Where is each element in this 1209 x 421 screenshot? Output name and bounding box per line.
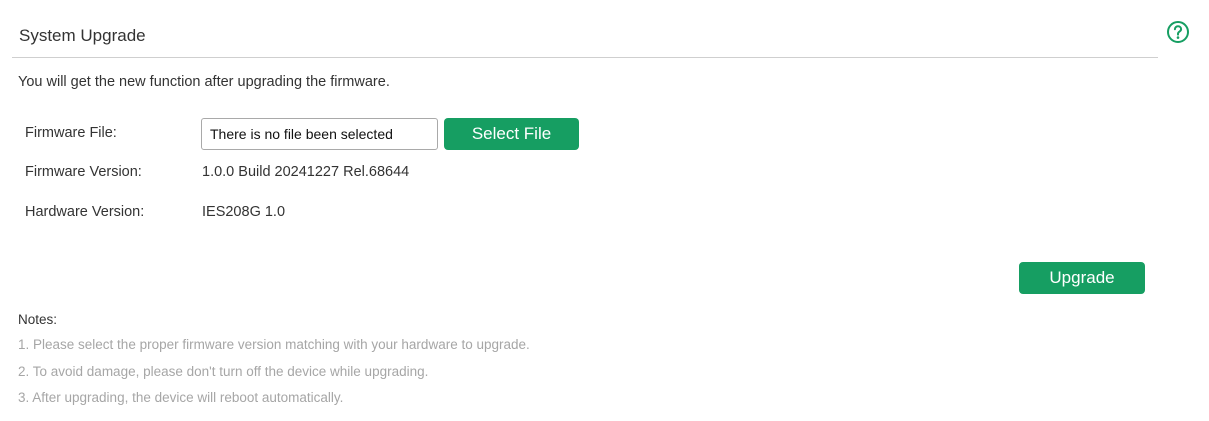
description-text: You will get the new function after upgr…	[18, 74, 390, 90]
firmware-version-value: 1.0.0 Build 20241227 Rel.68644	[202, 164, 410, 180]
hardware-version-value: IES208G 1.0	[202, 204, 286, 220]
page-title: System Upgrade	[19, 26, 146, 45]
notes-title: Notes:	[18, 312, 58, 327]
select-file-button[interactable]: Select File	[444, 118, 579, 150]
upgrade-button[interactable]: Upgrade	[1019, 262, 1145, 294]
note-item: 3. After upgrading, the device will rebo…	[18, 390, 344, 405]
firmware-file-label: Firmware File:	[25, 125, 117, 141]
title-divider	[12, 57, 1158, 58]
firmware-version-label: Firmware Version:	[25, 164, 142, 180]
system-upgrade-page: System Upgrade You will get the new func…	[0, 0, 1209, 421]
help-circle-icon[interactable]	[1166, 20, 1190, 44]
note-item: 1. Please select the proper firmware ver…	[18, 337, 530, 352]
firmware-file-field[interactable]	[201, 118, 438, 150]
note-item: 2. To avoid damage, please don't turn of…	[18, 364, 429, 379]
hardware-version-label: Hardware Version:	[25, 204, 145, 220]
